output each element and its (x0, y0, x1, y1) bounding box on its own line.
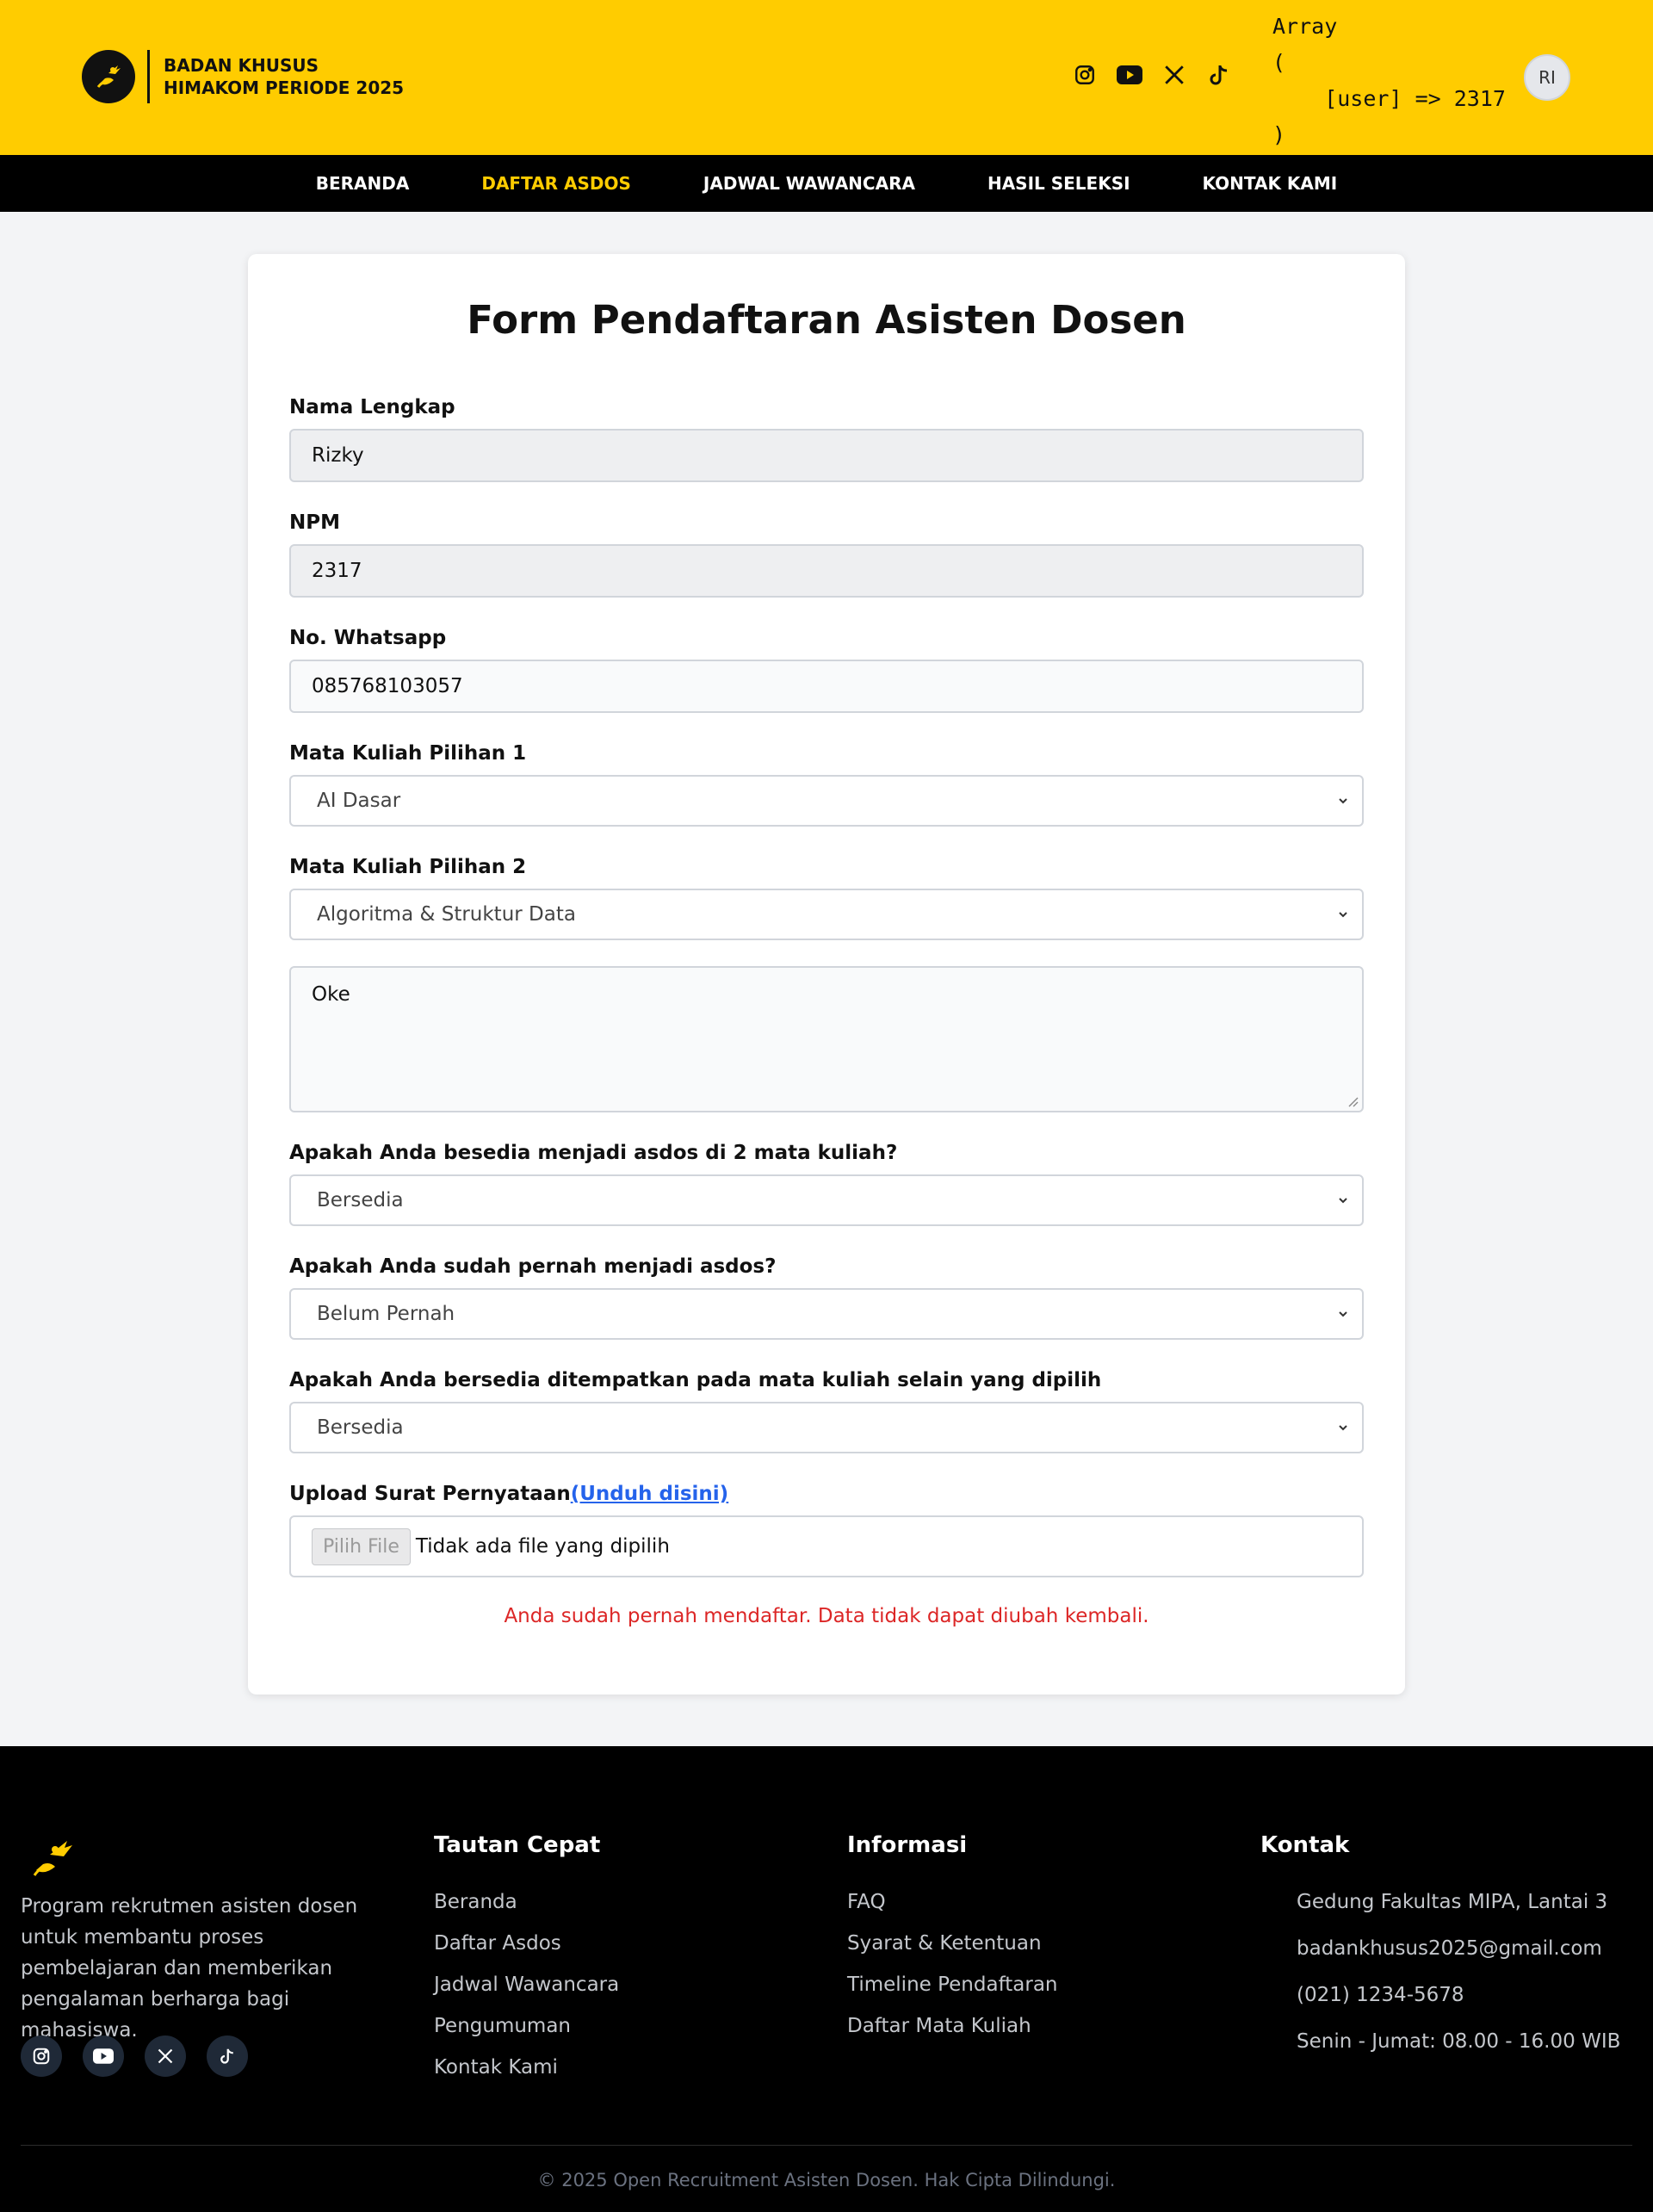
header-social-links (1072, 62, 1232, 88)
footer-link-pengumuman[interactable]: Pengumuman (434, 2015, 571, 2037)
q3-select[interactable]: Bersedia (289, 1402, 1364, 1453)
chevron-down-icon (1339, 798, 1347, 804)
q1-value: Bersedia (317, 1189, 404, 1211)
nav-hasil-seleksi[interactable]: HASIL SELEKSI (987, 173, 1130, 194)
motivation-textarea[interactable]: Oke (289, 966, 1364, 1112)
site-footer: Program rekrutmen asisten dosen untuk me… (0, 1746, 1653, 2212)
nav-jadwal-wawancara[interactable]: JADWAL WAWANCARA (703, 173, 915, 194)
contact-address: Gedung Fakultas MIPA, Lantai 3 (1297, 1891, 1608, 1913)
q3-value: Bersedia (317, 1416, 404, 1439)
npm-value: 2317 (312, 560, 362, 582)
main-nav: BERANDA DAFTAR ASDOS JADWAL WAWANCARA HA… (0, 155, 1653, 212)
whatsapp-field[interactable]: 085768103057 (289, 660, 1364, 713)
nama-label: Nama Lengkap (289, 396, 455, 418)
footer-link-timeline[interactable]: Timeline Pendaftaran (847, 1973, 1058, 1996)
copyright: © 2025 Open Recruitment Asisten Dosen. H… (537, 2170, 1116, 2190)
footer-link-syarat[interactable]: Syarat & Ketentuan (847, 1932, 1042, 1955)
whatsapp-value: 085768103057 (312, 675, 463, 697)
footer-link-faq[interactable]: FAQ (847, 1891, 886, 1913)
nav-daftar-asdos[interactable]: DAFTAR ASDOS (481, 173, 631, 194)
q2-label: Apakah Anda sudah pernah menjadi asdos? (289, 1255, 777, 1278)
brand-line-1: BADAN KHUSUS (164, 55, 319, 76)
page-title: Form Pendaftaran Asisten Dosen (467, 297, 1186, 343)
resize-handle-icon[interactable] (1347, 1095, 1359, 1107)
mk1-label: Mata Kuliah Pilihan 1 (289, 742, 527, 765)
tiktok-icon[interactable] (1206, 62, 1232, 88)
instagram-icon[interactable] (1072, 62, 1098, 88)
contact-email: badankhusus2025@gmail.com (1297, 1937, 1602, 1960)
info-title: Informasi (847, 1832, 968, 1858)
mk2-value: Algoritma & Struktur Data (317, 903, 576, 926)
chevron-down-icon (1339, 1198, 1347, 1204)
q1-label: Apakah Anda besedia menjadi asdos di 2 m… (289, 1142, 898, 1164)
nama-value: Rizky (312, 444, 364, 467)
footer-link-mata-kuliah[interactable]: Daftar Mata Kuliah (847, 2015, 1031, 2037)
x-icon[interactable] (145, 2035, 186, 2077)
download-template-link[interactable]: (Unduh disini) (571, 1483, 728, 1505)
footer-link-daftar-asdos[interactable]: Daftar Asdos (434, 1932, 561, 1955)
q3-label: Apakah Anda bersedia ditempatkan pada ma… (289, 1369, 1102, 1391)
brand[interactable]: BADAN KHUSUS HIMAKOM PERIODE 2025 (82, 50, 404, 103)
mk2-label: Mata Kuliah Pilihan 2 (289, 856, 527, 878)
q1-select[interactable]: Bersedia (289, 1174, 1364, 1226)
brand-logo-icon (82, 50, 135, 103)
mk2-select[interactable]: Algoritma & Struktur Data (289, 889, 1364, 940)
contact-title: Kontak (1260, 1832, 1350, 1858)
footer-link-kontak-kami[interactable]: Kontak Kami (434, 2056, 558, 2079)
footer-link-beranda[interactable]: Beranda (434, 1891, 517, 1913)
file-upload-input[interactable]: Pilih File Tidak ada file yang dipilih (289, 1515, 1364, 1577)
chevron-down-icon (1339, 1311, 1347, 1317)
footer-logo-icon (33, 1836, 77, 1882)
nama-field[interactable]: Rizky (289, 429, 1364, 482)
upload-label-text: Upload Surat Pernyataan (289, 1483, 571, 1505)
error-message: Anda sudah pernah mendaftar. Data tidak … (504, 1605, 1149, 1627)
avatar[interactable]: RI (1524, 54, 1570, 101)
youtube-icon[interactable] (1117, 62, 1142, 88)
upload-label: Upload Surat Pernyataan(Unduh disini) (289, 1483, 728, 1505)
chevron-down-icon (1339, 1425, 1347, 1431)
nav-kontak-kami[interactable]: KONTAK KAMI (1203, 173, 1338, 194)
footer-link-jadwal-wawancara[interactable]: Jadwal Wawancara (434, 1973, 619, 1996)
mk1-value: AI Dasar (317, 790, 401, 812)
q2-select[interactable]: Belum Pernah (289, 1288, 1364, 1340)
brand-line-2: HIMAKOM PERIODE 2025 (164, 77, 405, 98)
npm-field[interactable]: 2317 (289, 544, 1364, 598)
tiktok-icon[interactable] (207, 2035, 248, 2077)
x-icon[interactable] (1161, 62, 1187, 88)
q2-value: Belum Pernah (317, 1303, 455, 1325)
mk1-select[interactable]: AI Dasar (289, 775, 1364, 827)
registration-card: Form Pendaftaran Asisten Dosen Nama Leng… (248, 254, 1405, 1695)
whatsapp-label: No. Whatsapp (289, 627, 447, 649)
footer-social-links (21, 2035, 248, 2077)
debug-output: Array ( [user] => 2317 ) (1272, 14, 1506, 147)
footer-description: Program rekrutmen asisten dosen untuk me… (21, 1895, 358, 2042)
brand-text: BADAN KHUSUS HIMAKOM PERIODE 2025 (164, 54, 404, 99)
youtube-icon[interactable] (83, 2035, 124, 2077)
textarea-value: Oke (312, 983, 350, 1006)
choose-file-button[interactable]: Pilih File (312, 1527, 411, 1565)
nav-beranda[interactable]: BERANDA (316, 173, 410, 194)
quick-links-title: Tautan Cepat (434, 1832, 601, 1858)
footer-divider (21, 2145, 1632, 2146)
instagram-icon[interactable] (21, 2035, 62, 2077)
top-header: BADAN KHUSUS HIMAKOM PERIODE 2025 Array … (0, 0, 1653, 155)
contact-hours: Senin - Jumat: 08.00 - 16.00 WIB (1297, 2030, 1621, 2053)
brand-divider (147, 50, 150, 103)
file-status: Tidak ada file yang dipilih (415, 1535, 670, 1558)
chevron-down-icon (1339, 912, 1347, 918)
contact-phone: (021) 1234-5678 (1297, 1984, 1464, 2006)
npm-label: NPM (289, 511, 340, 534)
